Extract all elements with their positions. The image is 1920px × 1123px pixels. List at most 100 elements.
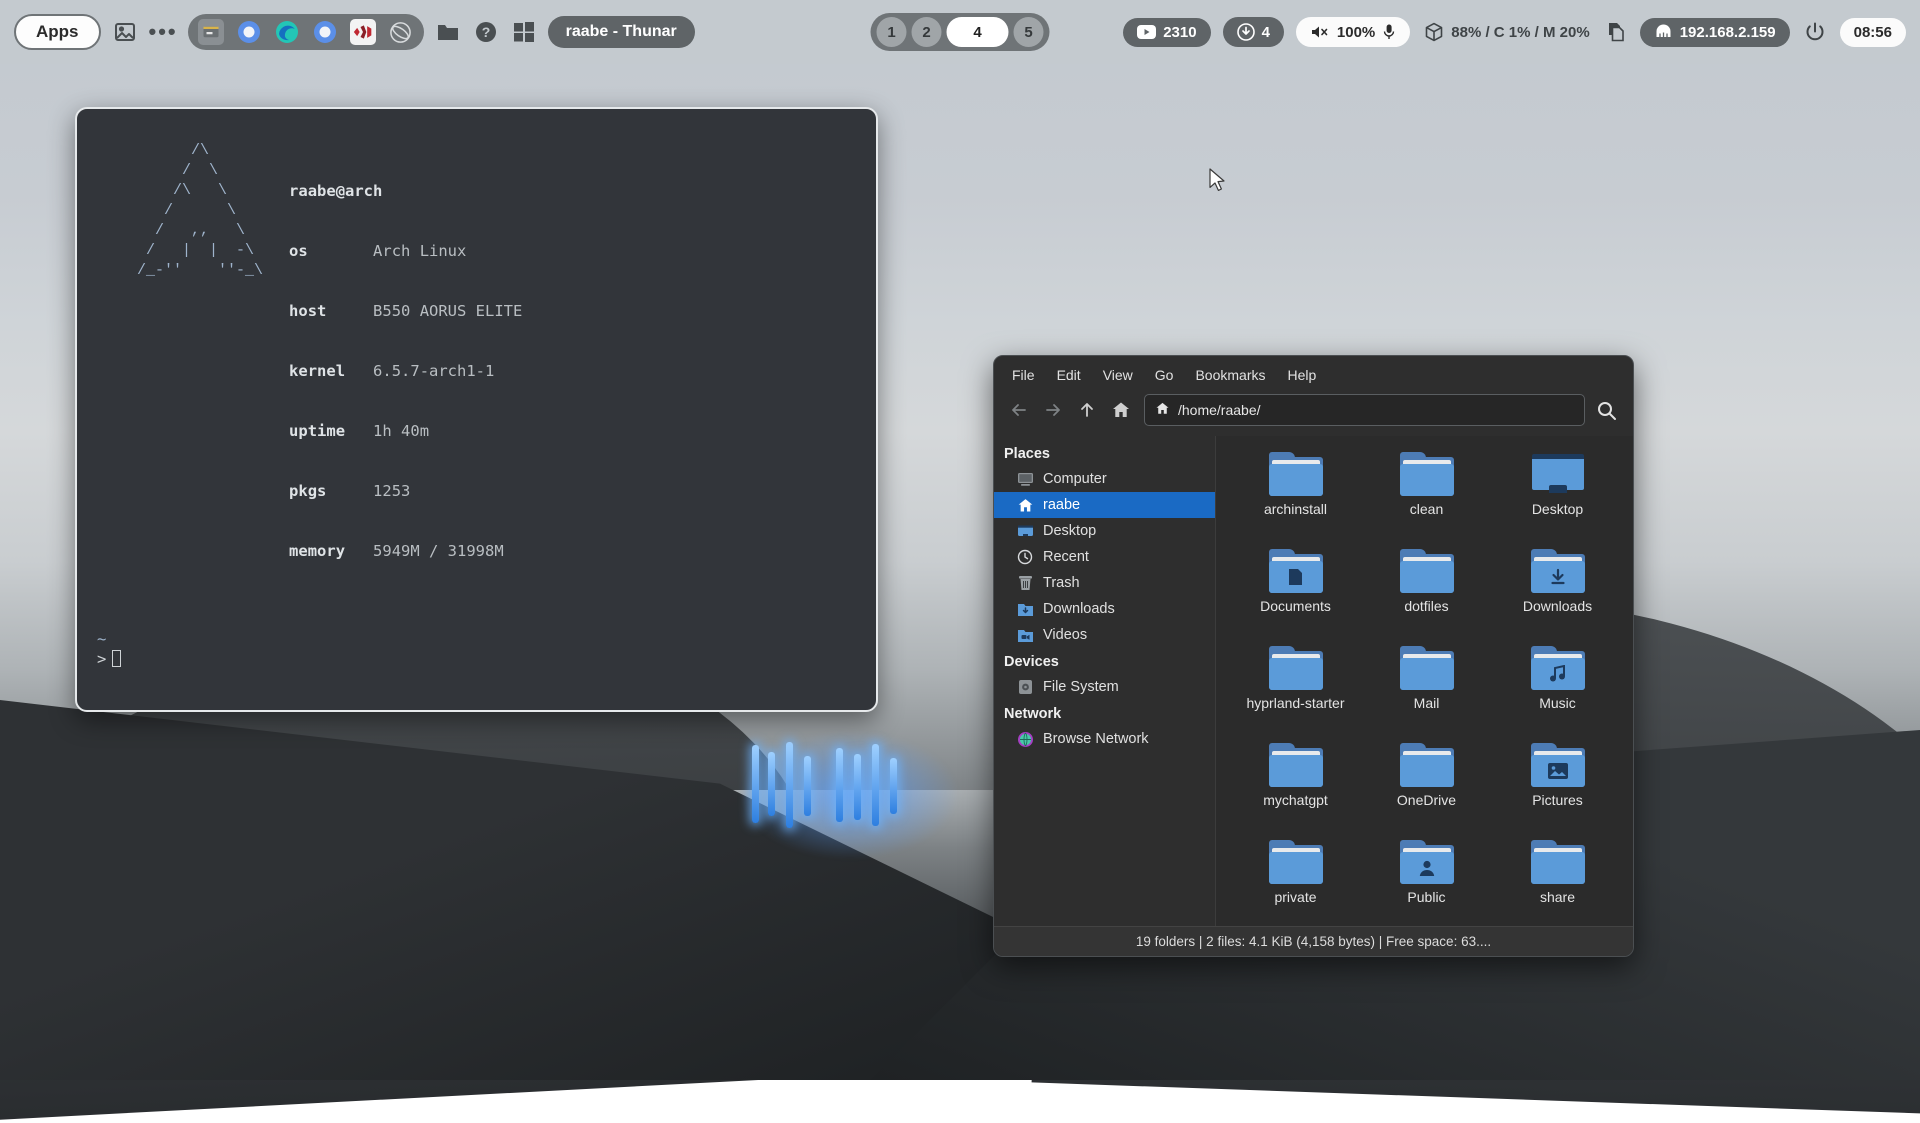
media-count: 2310 (1163, 24, 1196, 41)
sidebar-item-trash[interactable]: Trash (994, 570, 1215, 596)
file-item-onedrive[interactable]: OneDrive (1361, 743, 1492, 840)
sidebar-label-trash: Trash (1043, 575, 1080, 591)
file-item-mychatgpt[interactable]: mychatgpt (1230, 743, 1361, 840)
text-cursor (112, 650, 121, 667)
arrow-up-icon[interactable] (1072, 395, 1102, 425)
resources-indicator[interactable]: 88% / C 1% / M 20% (1422, 18, 1591, 46)
file-item-downloads[interactable]: Downloads (1492, 549, 1623, 646)
obs-icon[interactable] (388, 19, 414, 45)
clock[interactable]: 08:56 (1840, 18, 1906, 47)
vscode-icon[interactable] (350, 19, 376, 45)
help-icon[interactable]: ? (472, 18, 500, 46)
folder-icon[interactable] (434, 18, 462, 46)
fetch-key-kernel: kernel (289, 361, 373, 381)
file-item-mail[interactable]: Mail (1361, 646, 1492, 743)
thunar-file-manager-window[interactable]: File Edit View Go Bookmarks Help /home/r… (993, 355, 1634, 957)
sidebar-item-videos[interactable]: Videos (994, 622, 1215, 648)
volume-indicator[interactable]: 100% (1296, 17, 1410, 47)
workspace-1[interactable]: 1 (877, 17, 907, 47)
menu-help[interactable]: Help (1280, 364, 1325, 386)
menu-go[interactable]: Go (1147, 364, 1182, 386)
arrow-left-icon[interactable] (1004, 395, 1034, 425)
svg-text:?: ? (481, 24, 490, 40)
file-item-archinstall[interactable]: archinstall (1230, 452, 1361, 549)
file-item-hyprland-starter[interactable]: hyprland-starter (1230, 646, 1361, 743)
workspace-2[interactable]: 2 (912, 17, 942, 47)
file-item-clean[interactable]: clean (1361, 452, 1492, 549)
network-indicator[interactable]: 192.168.2.159 (1640, 18, 1790, 47)
panel-left-section: Apps ••• (0, 14, 695, 50)
more-options-icon[interactable]: ••• (149, 21, 178, 43)
sidebar-item-raabe[interactable]: raabe (994, 492, 1215, 518)
windows-icon[interactable] (510, 18, 538, 46)
file-item-music[interactable]: Music (1492, 646, 1623, 743)
neon-bar (804, 756, 811, 816)
sidebar-label-desktop: Desktop (1043, 523, 1096, 539)
file-label: clean (1410, 501, 1443, 517)
neofetch-output: /\ / \ /\ \ / \ / ,, \ / | | -\ /_-'' ''… (77, 109, 876, 601)
prompt-directory: ~ (97, 629, 876, 649)
system-info-list: raabe@arch osArch Linux hostB550 AORUS E… (289, 141, 522, 601)
sidebar-label-computer: Computer (1043, 471, 1107, 487)
file-item-documents[interactable]: Documents (1230, 549, 1361, 646)
arrow-right-icon[interactable] (1038, 395, 1068, 425)
file-label: OneDrive (1397, 792, 1456, 808)
sidebar-item-recent[interactable]: Recent (994, 544, 1215, 570)
home-icon[interactable] (1106, 395, 1136, 425)
files-app-icon[interactable] (198, 19, 224, 45)
menu-edit[interactable]: Edit (1049, 364, 1089, 386)
file-item-pictures[interactable]: Pictures (1492, 743, 1623, 840)
file-item-public[interactable]: Public (1361, 840, 1492, 937)
sidebar-item-computer[interactable]: Computer (994, 466, 1215, 492)
microphone-icon[interactable] (1382, 23, 1396, 41)
apps-button[interactable]: Apps (14, 14, 101, 50)
sidebar-item-desktop[interactable]: Desktop (994, 518, 1215, 544)
file-item-desktop[interactable]: Desktop (1492, 452, 1623, 549)
media-indicator[interactable]: 2310 (1123, 18, 1210, 47)
workspace-4[interactable]: 4 (947, 17, 1009, 47)
status-bar: 19 folders | 2 files: 4.1 KiB (4,158 byt… (994, 926, 1633, 956)
sidebar-item-file-system[interactable]: File System (994, 674, 1215, 700)
menu-bar: File Edit View Go Bookmarks Help (994, 356, 1633, 390)
updates-indicator[interactable]: 4 (1223, 17, 1284, 47)
sidebar-header-places: Places (994, 440, 1215, 466)
fetch-value-uptime: 1h 40m (373, 422, 429, 440)
clipboard-copy-icon (1606, 21, 1626, 43)
sidebar-item-downloads[interactable]: Downloads (994, 596, 1215, 622)
file-item-private[interactable]: private (1230, 840, 1361, 937)
home-icon (1016, 496, 1034, 514)
file-label: share (1540, 889, 1575, 905)
file-item-share[interactable]: share (1492, 840, 1623, 937)
mouse-cursor (1208, 168, 1228, 201)
path-input[interactable]: /home/raabe/ (1144, 394, 1585, 426)
updates-count: 4 (1262, 24, 1270, 41)
terminal-window[interactable]: /\ / \ /\ \ / \ / ,, \ / | | -\ /_-'' ''… (75, 107, 878, 712)
file-item-dotfiles[interactable]: dotfiles (1361, 549, 1492, 646)
folder-icon (1269, 646, 1323, 690)
sidebar-item-browse-network[interactable]: Browse Network (994, 726, 1215, 752)
clock-icon (1016, 548, 1034, 566)
workspace-5[interactable]: 5 (1014, 17, 1044, 47)
edge-icon[interactable] (274, 19, 300, 45)
fetch-key-os: os (289, 241, 373, 261)
power-button[interactable] (1802, 17, 1828, 47)
path-value: /home/raabe/ (1178, 402, 1261, 418)
clock-value: 08:56 (1854, 24, 1892, 41)
sidebar-label-videos: Videos (1043, 627, 1087, 643)
file-grid[interactable]: archinstall clean Desktop (1216, 436, 1633, 926)
menu-view[interactable]: View (1095, 364, 1141, 386)
shell-prompt[interactable]: ~ > (77, 601, 876, 669)
youtube-play-icon (1137, 25, 1156, 39)
chromium-icon[interactable] (312, 19, 338, 45)
file-label: Public (1407, 889, 1445, 905)
active-window-title[interactable]: raabe - Thunar (548, 16, 695, 48)
fetch-value-pkgs: 1253 (373, 482, 410, 500)
menu-bookmarks[interactable]: Bookmarks (1187, 364, 1273, 386)
image-icon[interactable] (111, 18, 139, 46)
browser-icon[interactable] (236, 19, 262, 45)
clipboard-indicator[interactable] (1604, 17, 1628, 47)
search-icon[interactable] (1589, 394, 1623, 426)
power-icon (1804, 21, 1826, 43)
menu-file[interactable]: File (1004, 364, 1043, 386)
neon-bar (786, 742, 793, 828)
